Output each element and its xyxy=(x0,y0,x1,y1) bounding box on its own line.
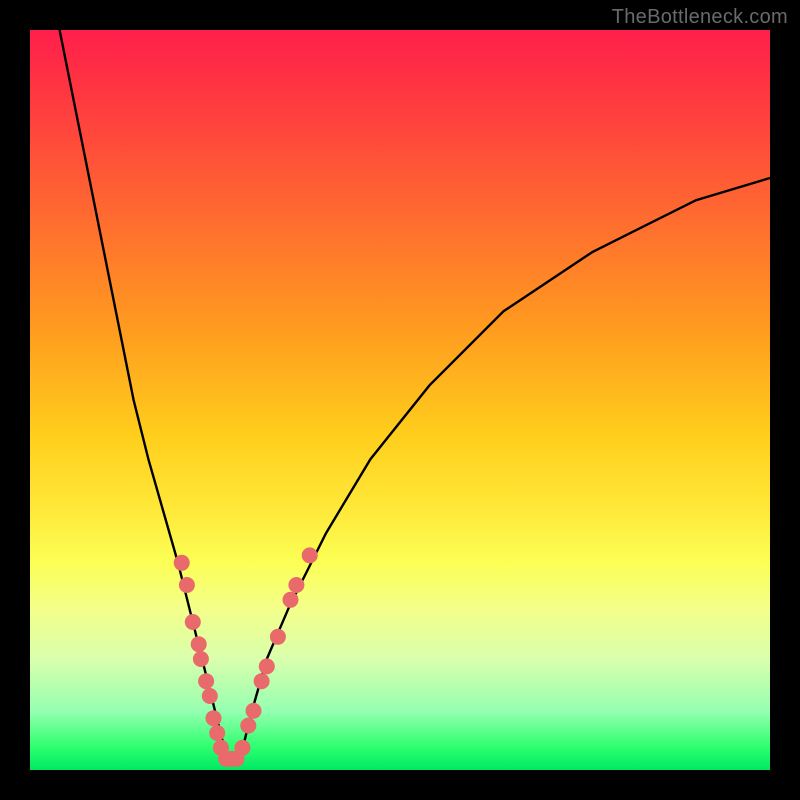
scatter-dot xyxy=(270,629,286,645)
scatter-dot xyxy=(283,592,299,608)
scatter-dot xyxy=(288,577,304,593)
scatter-dot xyxy=(302,547,318,563)
scatter-dot xyxy=(191,636,207,652)
scatter-dot xyxy=(240,718,256,734)
scatter-dot xyxy=(234,740,250,756)
scatter-dot xyxy=(259,658,275,674)
scatter-dot xyxy=(209,725,225,741)
scatter-dot xyxy=(174,555,190,571)
scatter-dot xyxy=(193,651,209,667)
bottleneck-curve xyxy=(60,30,770,763)
watermark-text: TheBottleneck.com xyxy=(612,6,788,29)
scatter-dot xyxy=(202,688,218,704)
scatter-dot xyxy=(179,577,195,593)
scatter-dot xyxy=(206,710,222,726)
scatter-dot xyxy=(254,673,270,689)
plot-area xyxy=(30,30,770,770)
scatter-dot xyxy=(246,703,262,719)
curve-layer xyxy=(30,30,770,770)
chart-frame: TheBottleneck.com xyxy=(0,0,800,800)
scatter-dot xyxy=(185,614,201,630)
scatter-dot xyxy=(198,673,214,689)
